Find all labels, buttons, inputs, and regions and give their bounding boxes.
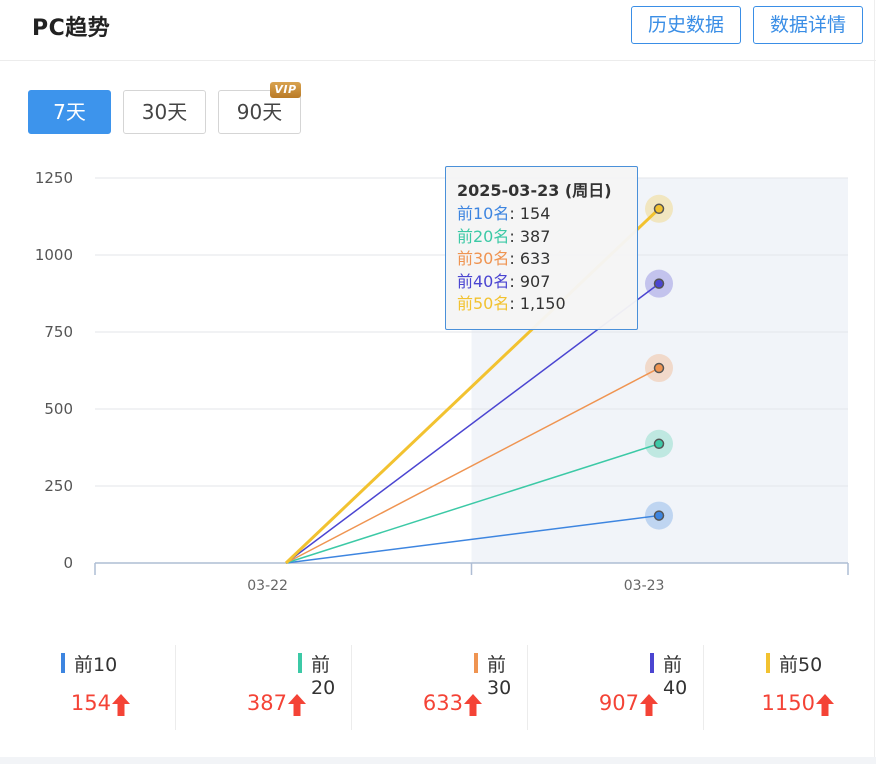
- trend-up-arrow-icon: [288, 694, 306, 716]
- x-tick-label: 03-23: [624, 578, 665, 594]
- y-tick-label: 750: [44, 323, 73, 341]
- column-divider: [527, 645, 528, 730]
- summary-value: 1150: [761, 691, 815, 715]
- tooltip-row: 前20名: 387: [457, 223, 637, 246]
- series-color-marker: [474, 653, 478, 673]
- column-divider: [351, 645, 352, 730]
- column-divider: [175, 645, 176, 730]
- tooltip-title: 2025-03-23 (周日): [457, 181, 612, 200]
- trend-up-arrow-icon: [640, 694, 658, 716]
- trend-up-arrow-icon: [112, 694, 130, 716]
- chart-tooltip: 2025-03-23 (周日) 前10名: 154 前20名: 387 前30名: …: [445, 166, 638, 330]
- data-detail-button[interactable]: 数据详情: [753, 6, 863, 44]
- series-color-marker: [61, 653, 65, 673]
- summary-label: 前20: [311, 654, 336, 699]
- summary-label: 前30: [487, 654, 512, 699]
- summary-item: 前40 907: [528, 645, 704, 730]
- summary-label: 前50: [779, 654, 823, 676]
- trend-up-arrow-icon: [816, 694, 834, 716]
- range-30-days-button[interactable]: 30天: [123, 90, 206, 134]
- series-color-marker: [766, 653, 770, 673]
- tooltip-separator: :: [509, 249, 520, 268]
- series-color-marker: [650, 653, 654, 673]
- tooltip-separator: :: [509, 204, 520, 223]
- summary-value: 154: [70, 691, 111, 715]
- y-tick-label: 1000: [35, 246, 73, 264]
- bottom-divider: [0, 757, 876, 764]
- summary-value: 633: [422, 691, 463, 715]
- tooltip-series-value: 387: [519, 226, 551, 246]
- summary-value: 907: [598, 691, 639, 715]
- data-point: [653, 362, 665, 374]
- tooltip-series-label: 前50名: [457, 294, 510, 313]
- tooltip-separator: :: [509, 271, 520, 291]
- tooltip-separator: :: [509, 294, 520, 313]
- tooltip-series-label: 前30名: [457, 249, 510, 268]
- data-point: [653, 203, 665, 215]
- data-point: [653, 510, 665, 521]
- tooltip-series-label: 前40名: [457, 271, 510, 291]
- tooltip-series-value: 1,150: [519, 294, 566, 313]
- x-tick-label: 03-22: [247, 578, 288, 594]
- tooltip-series-value: 154: [519, 204, 551, 223]
- summary-value: 387: [246, 691, 287, 715]
- tooltip-separator: :: [509, 226, 520, 246]
- tooltip-series-label: 前20名: [457, 226, 510, 246]
- column-divider: [703, 645, 704, 730]
- y-tick-label: 500: [44, 400, 73, 418]
- summary-item: 前20 387: [176, 645, 352, 730]
- summary-item: 前10 154: [0, 645, 176, 730]
- data-point: [653, 438, 665, 450]
- y-tick-label: 250: [44, 477, 73, 495]
- summary-label: 前40: [663, 654, 688, 699]
- summary-item: 前30 633: [352, 645, 528, 730]
- tooltip-series-value: 633: [519, 249, 551, 268]
- trend-chart[interactable]: 0 250 500 750 1000 1250 03-22 03-23: [0, 150, 876, 610]
- data-point: [653, 278, 665, 289]
- tooltip-row: 前50名: 1,150: [457, 290, 637, 313]
- summary-item: 前50 1150: [704, 645, 876, 730]
- range-7-days-button[interactable]: 7天: [28, 90, 111, 134]
- summary-bar: 前10 154 前20 387 前30 633 前40 907 前50 1150: [0, 640, 876, 730]
- summary-label: 前10: [74, 654, 118, 676]
- tooltip-row: 前40名: 907: [457, 268, 637, 291]
- card-header: PC趋势 历史数据 数据详情: [0, 0, 876, 61]
- y-tick-label: 0: [63, 554, 73, 572]
- vip-badge: VIP: [270, 82, 301, 98]
- series-color-marker: [298, 653, 302, 673]
- tooltip-row: 前10名: 154: [457, 200, 637, 223]
- y-tick-label: 1250: [35, 169, 73, 187]
- page-title: PC趋势: [32, 16, 111, 41]
- tooltip-series-value: 907: [519, 271, 551, 291]
- tooltip-row: 前30名: 633: [457, 245, 637, 268]
- tooltip-series-label: 前10名: [457, 204, 510, 223]
- history-data-button[interactable]: 历史数据: [631, 6, 741, 44]
- trend-up-arrow-icon: [464, 694, 482, 716]
